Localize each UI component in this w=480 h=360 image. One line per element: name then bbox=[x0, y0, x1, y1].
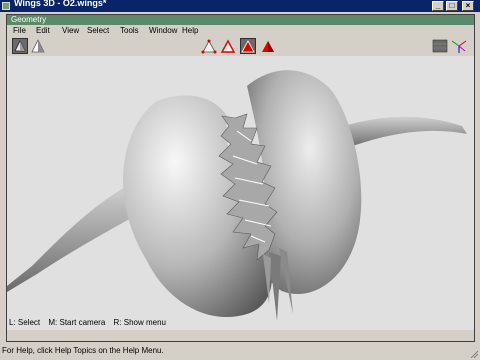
mouse-help-line: L: Select M: Start camera R: Show menu bbox=[9, 318, 172, 327]
title-bar[interactable]: Wings 3D - O2.wings* _ □ × bbox=[0, 0, 480, 12]
menu-edit[interactable]: Edit bbox=[36, 25, 50, 37]
axes-toggle-icon[interactable] bbox=[451, 38, 467, 54]
menu-select[interactable]: Select bbox=[87, 25, 109, 37]
wings-app-icon bbox=[2, 2, 10, 10]
toolbar bbox=[7, 37, 474, 56]
menu-tools[interactable]: Tools bbox=[120, 25, 139, 37]
status-bar: For Help, click Help Topics on the Help … bbox=[0, 344, 480, 360]
menu-file[interactable]: File bbox=[13, 25, 26, 37]
geometry-window: Geometry File Edit View Select Tools Win… bbox=[6, 14, 475, 342]
menu-bar: File Edit View Select Tools Window Help bbox=[7, 25, 474, 37]
help-middle-click: M: Start camera bbox=[48, 318, 106, 327]
menu-window[interactable]: Window bbox=[149, 25, 177, 37]
vertex-mode-icon[interactable] bbox=[201, 38, 217, 54]
geometry-title-bar[interactable]: Geometry bbox=[7, 15, 474, 25]
body-mode-icon[interactable] bbox=[260, 38, 276, 54]
app-window: Wings 3D - O2.wings* _ □ × Geometry File… bbox=[0, 0, 480, 360]
face-mode-icon[interactable] bbox=[240, 38, 256, 54]
flat-view-icon[interactable] bbox=[30, 38, 46, 54]
status-text: For Help, click Help Topics on the Help … bbox=[2, 346, 164, 355]
mesh-render bbox=[7, 70, 467, 321]
menu-help[interactable]: Help bbox=[182, 25, 198, 37]
help-left-click: L: Select bbox=[9, 318, 41, 327]
window-title: Wings 3D - O2.wings* bbox=[14, 0, 107, 8]
resize-grip-icon[interactable] bbox=[470, 350, 478, 358]
help-right-click: R: Show menu bbox=[113, 318, 166, 327]
smooth-view-icon[interactable] bbox=[12, 38, 28, 54]
wireframe-toggle-icon[interactable] bbox=[432, 38, 448, 54]
minimize-button[interactable]: _ bbox=[432, 1, 444, 11]
menu-view[interactable]: View bbox=[62, 25, 79, 37]
close-button[interactable]: × bbox=[462, 1, 474, 11]
3d-viewport[interactable]: L: Select M: Start camera R: Show menu bbox=[7, 56, 474, 330]
maximize-button[interactable]: □ bbox=[446, 1, 458, 11]
edge-mode-icon[interactable] bbox=[220, 38, 236, 54]
